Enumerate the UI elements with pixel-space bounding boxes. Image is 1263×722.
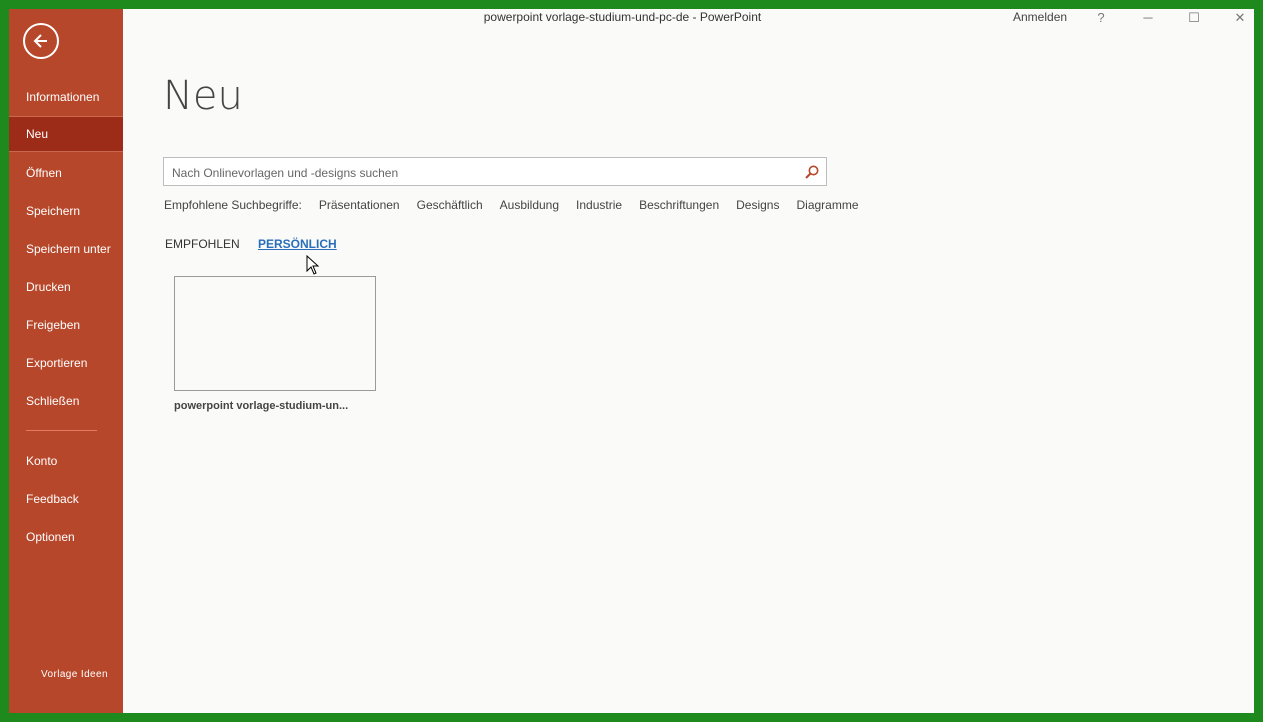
- suggested-term-ausbildung[interactable]: Ausbildung: [500, 198, 559, 212]
- sidebar-item-drucken[interactable]: Drucken: [9, 269, 123, 305]
- app-window: Informationen Neu Öffnen Speichern Speic…: [9, 9, 1254, 713]
- sidebar-item-feedback[interactable]: Feedback: [9, 481, 123, 517]
- suggested-term-diagramme[interactable]: Diagramme: [796, 198, 858, 212]
- suggested-label: Empfohlene Suchbegriffe:: [164, 198, 302, 212]
- sidebar-item-oeffnen[interactable]: Öffnen: [9, 155, 123, 191]
- watermark-text: Vorlage Ideen: [41, 669, 108, 680]
- minimize-button[interactable]: ─: [1138, 9, 1158, 26]
- sidebar-item-optionen[interactable]: Optionen: [9, 519, 123, 555]
- backstage-sidebar: Informationen Neu Öffnen Speichern Speic…: [9, 9, 123, 713]
- suggested-searches: Empfohlene Suchbegriffe: Präsentationen …: [164, 198, 876, 212]
- back-button[interactable]: [23, 23, 59, 59]
- sidebar-item-neu[interactable]: Neu: [9, 116, 123, 152]
- page-title: Neu: [163, 73, 243, 119]
- template-search-box[interactable]: [163, 157, 827, 187]
- close-button[interactable]: ✕: [1230, 9, 1250, 26]
- sidebar-item-speichern[interactable]: Speichern: [9, 193, 123, 229]
- template-thumbnail[interactable]: [174, 276, 376, 391]
- sidebar-item-informationen[interactable]: Informationen: [9, 79, 123, 115]
- window-title: powerpoint vorlage-studium-und-pc-de - P…: [483, 10, 762, 24]
- sidebar-item-schliessen[interactable]: Schließen: [9, 383, 123, 419]
- suggested-term-beschriftungen[interactable]: Beschriftungen: [639, 198, 719, 212]
- tab-persoenlich[interactable]: PERSÖNLICH: [258, 237, 337, 251]
- suggested-term-designs[interactable]: Designs: [736, 198, 779, 212]
- arrow-left-icon: [33, 34, 47, 48]
- sidebar-item-freigeben[interactable]: Freigeben: [9, 307, 123, 343]
- sidebar-item-exportieren[interactable]: Exportieren: [9, 345, 123, 381]
- sidebar-divider: [26, 430, 97, 431]
- template-name[interactable]: powerpoint vorlage-studium-un...: [174, 400, 348, 412]
- mouse-cursor-icon: [306, 255, 320, 275]
- suggested-term-geschaeftlich[interactable]: Geschäftlich: [417, 198, 483, 212]
- template-search-input[interactable]: [170, 158, 794, 187]
- suggested-term-industrie[interactable]: Industrie: [576, 198, 622, 212]
- tab-empfohlen[interactable]: EMPFOHLEN: [165, 237, 240, 251]
- sidebar-item-konto[interactable]: Konto: [9, 443, 123, 479]
- search-icon[interactable]: [804, 164, 820, 180]
- help-button[interactable]: ?: [1091, 9, 1111, 26]
- signin-link[interactable]: Anmelden: [1013, 9, 1067, 26]
- suggested-term-praesentationen[interactable]: Präsentationen: [319, 198, 400, 212]
- maximize-button[interactable]: ☐: [1184, 9, 1204, 26]
- sidebar-item-speichern-unter[interactable]: Speichern unter: [9, 231, 123, 267]
